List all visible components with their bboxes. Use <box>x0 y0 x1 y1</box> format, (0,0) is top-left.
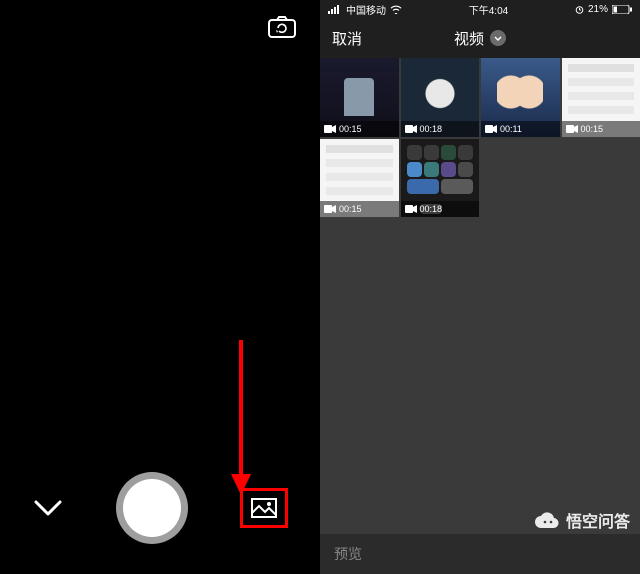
duration-label: 00:18 <box>420 124 443 134</box>
video-thumb[interactable]: 00:18 <box>401 139 480 218</box>
picker-header: 取消 视频 <box>320 18 640 58</box>
preview-button[interactable]: 预览 <box>334 544 362 564</box>
picker-title-dropdown[interactable]: 视频 <box>454 28 506 49</box>
shutter-inner <box>123 479 181 537</box>
cancel-button[interactable]: 取消 <box>332 28 362 49</box>
chevron-down-icon[interactable] <box>32 498 64 518</box>
picture-icon <box>251 498 277 518</box>
picker-title: 视频 <box>454 28 484 49</box>
video-icon <box>324 205 336 213</box>
time-label: 下午4:04 <box>469 2 508 17</box>
watermark-text: 悟空问答 <box>566 508 630 532</box>
video-icon <box>485 125 497 133</box>
picker-footer: 预览 <box>320 534 640 574</box>
signal-icon <box>328 5 342 14</box>
battery-label: 21% <box>588 4 608 15</box>
duration-label: 00:18 <box>420 204 443 214</box>
video-icon <box>566 125 578 133</box>
duration-label: 00:15 <box>339 124 362 134</box>
video-thumb[interactable]: 00:18 <box>401 58 480 137</box>
video-thumb[interactable]: 00:15 <box>320 58 399 137</box>
shutter-button[interactable] <box>116 472 188 544</box>
duration-label: 00:15 <box>339 204 362 214</box>
switch-camera-icon[interactable] <box>268 16 296 38</box>
chevron-down-icon <box>490 30 506 46</box>
wifi-icon <box>390 5 402 14</box>
video-icon <box>324 125 336 133</box>
duration-label: 00:15 <box>581 124 604 134</box>
video-thumb[interactable]: 00:15 <box>320 139 399 218</box>
status-bar: 中国移动 下午4:04 21% <box>320 0 640 18</box>
video-thumb[interactable]: 00:15 <box>562 58 640 137</box>
watermark: 悟空问答 <box>534 508 630 532</box>
alarm-icon <box>575 5 584 14</box>
video-picker-screen: 中国移动 下午4:04 21% 取消 视频 00:15 00:18 00:11 <box>320 0 640 574</box>
video-icon <box>405 125 417 133</box>
video-icon <box>405 205 417 213</box>
grid-empty-space <box>320 217 640 534</box>
video-thumb[interactable]: 00:11 <box>481 58 560 137</box>
cloud-icon <box>534 511 560 529</box>
camera-screen <box>0 0 320 574</box>
carrier-label: 中国移动 <box>346 2 386 17</box>
battery-icon <box>612 5 632 14</box>
video-grid: 00:15 00:18 00:11 00:15 00:15 00:18 <box>320 58 640 217</box>
gallery-button[interactable] <box>240 488 288 528</box>
duration-label: 00:11 <box>500 124 522 134</box>
camera-bottom-controls <box>0 472 320 544</box>
